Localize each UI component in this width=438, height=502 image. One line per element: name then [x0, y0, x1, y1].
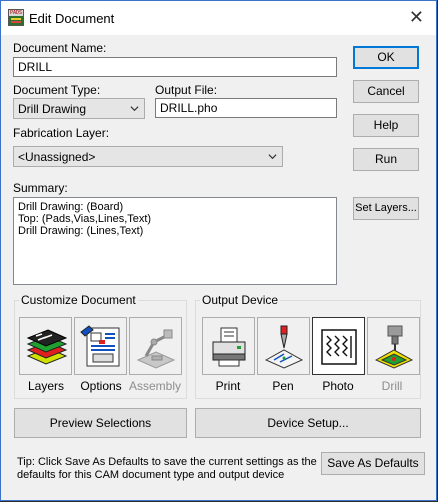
summary-line: Top: (Pads,Vias,Lines,Text) [18, 213, 152, 225]
chevron-down-icon [268, 154, 277, 160]
print-button[interactable] [202, 317, 255, 375]
help-button[interactable]: Help [353, 114, 419, 137]
drill-button[interactable] [367, 317, 420, 375]
document-type-value: Drill Drawing [18, 102, 87, 116]
document-name-label: Document Name: [13, 41, 107, 55]
drill-icon [374, 325, 414, 369]
tip-text: Tip: Click Save As Defaults to save the … [17, 456, 317, 481]
save-as-defaults-button[interactable]: Save As Defaults [321, 452, 425, 475]
set-layers-button[interactable]: Set Layers... [353, 197, 419, 220]
cancel-button[interactable]: Cancel [353, 80, 419, 103]
layers-label: Layers [27, 379, 65, 393]
pen-plotter-icon [264, 325, 304, 369]
fabrication-layer-select[interactable]: <Unassigned> [13, 146, 283, 167]
options-button[interactable] [74, 317, 127, 375]
run-button[interactable]: Run [353, 148, 419, 171]
ok-button[interactable]: OK [353, 46, 419, 69]
assembly-icon [136, 329, 176, 369]
printer-icon [212, 327, 246, 367]
options-label: Options [80, 379, 122, 393]
photo-plotter-icon [321, 329, 357, 365]
assembly-button [129, 317, 182, 375]
title-bar: PADS Edit Document ✕ [1, 1, 436, 35]
drill-label: Drill [381, 379, 403, 393]
summary-line: Drill Drawing: (Lines,Text) [18, 225, 144, 237]
window-title: Edit Document [29, 11, 115, 26]
options-icon [80, 325, 120, 367]
fabrication-layer-value: <Unassigned> [18, 150, 96, 164]
document-type-select[interactable]: Drill Drawing [13, 98, 145, 119]
print-label: Print [215, 379, 241, 393]
fabrication-layer-label: Fabrication Layer: [13, 126, 110, 140]
customize-document-title: Customize Document [19, 293, 138, 307]
assembly-label: Assembly [128, 379, 181, 393]
output-file-label: Output File: [155, 83, 218, 97]
output-file-input[interactable]: DRILL.pho [155, 98, 337, 118]
photo-label: Photo [322, 379, 354, 393]
layers-icon [26, 329, 68, 365]
close-icon[interactable]: ✕ [409, 7, 424, 27]
document-name-input[interactable]: DRILL [13, 57, 337, 77]
photo-button[interactable] [312, 317, 365, 375]
summary-label: Summary: [13, 181, 68, 195]
summary-box[interactable]: Drill Drawing: (Board) Top: (Pads,Vias,L… [13, 197, 337, 285]
chevron-down-icon [130, 106, 139, 112]
edit-document-dialog: PADS Edit Document ✕ Document Name: DRIL… [0, 0, 437, 501]
document-type-label: Document Type: [13, 83, 101, 97]
pen-label: Pen [272, 379, 294, 393]
app-icon: PADS [8, 9, 24, 26]
layers-button[interactable] [19, 317, 72, 375]
pen-button[interactable] [257, 317, 310, 375]
device-setup-button[interactable]: Device Setup... [195, 408, 421, 438]
output-device-title: Output Device [200, 293, 281, 307]
summary-line: Drill Drawing: (Board) [18, 201, 124, 213]
preview-selections-button[interactable]: Preview Selections [14, 408, 187, 438]
